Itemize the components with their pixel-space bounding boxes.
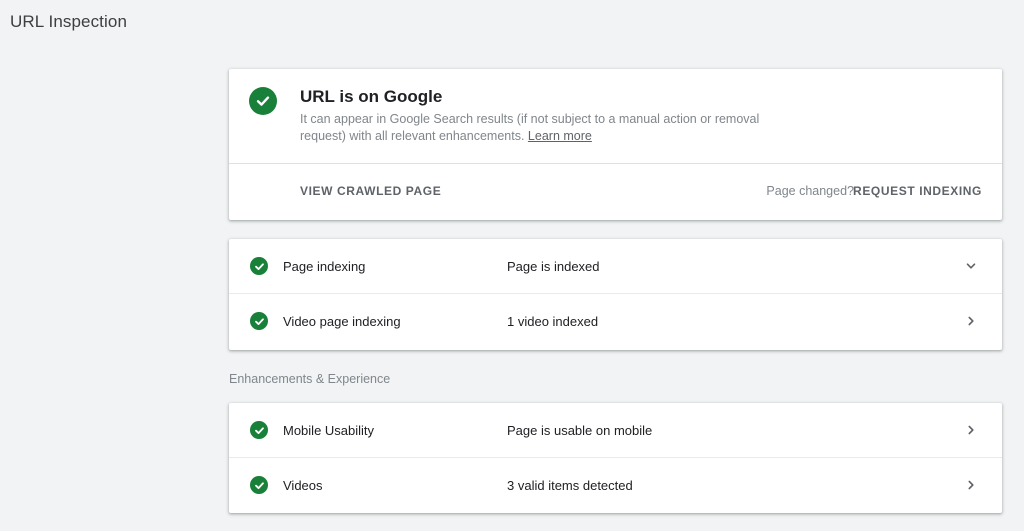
enhancements-card: Mobile Usability Page is usable on mobil… bbox=[229, 403, 1002, 513]
row-label: Videos bbox=[283, 478, 323, 493]
check-circle-icon bbox=[250, 257, 268, 275]
chevron-down-icon[interactable] bbox=[964, 259, 978, 273]
indexing-card: Page indexing Page is indexed Video page… bbox=[229, 239, 1002, 350]
videos-row[interactable]: Videos 3 valid items detected bbox=[229, 458, 1002, 513]
section-heading-enhancements: Enhancements & Experience bbox=[229, 372, 391, 386]
check-circle-icon bbox=[250, 312, 268, 330]
row-value: 3 valid items detected bbox=[507, 478, 633, 493]
check-circle-icon bbox=[249, 87, 277, 115]
url-status-card: URL is on Google It can appear in Google… bbox=[229, 69, 1002, 220]
status-title: URL is on Google bbox=[300, 87, 443, 106]
video-page-indexing-row[interactable]: Video page indexing 1 video indexed bbox=[229, 294, 1002, 349]
view-crawled-page-button[interactable]: VIEW CRAWLED PAGE bbox=[300, 164, 441, 219]
row-value: Page is indexed bbox=[507, 259, 600, 274]
row-label: Page indexing bbox=[283, 259, 366, 274]
status-description: It can appear in Google Search results (… bbox=[300, 111, 800, 145]
check-circle-icon bbox=[250, 421, 268, 439]
check-circle-icon bbox=[250, 476, 268, 494]
page-changed-label: Page changed? bbox=[766, 184, 854, 198]
page-title: URL Inspection bbox=[10, 12, 127, 31]
page-indexing-row[interactable]: Page indexing Page is indexed bbox=[229, 239, 1002, 294]
row-label: Video page indexing bbox=[283, 314, 401, 329]
request-indexing-button[interactable]: REQUEST INDEXING bbox=[853, 164, 982, 219]
chevron-right-icon[interactable] bbox=[964, 423, 978, 437]
learn-more-link[interactable]: Learn more bbox=[528, 129, 592, 143]
row-label: Mobile Usability bbox=[283, 423, 375, 438]
chevron-right-icon[interactable] bbox=[964, 314, 978, 328]
status-summary: URL is on Google It can appear in Google… bbox=[229, 69, 1002, 164]
mobile-usability-row[interactable]: Mobile Usability Page is usable on mobil… bbox=[229, 403, 1002, 458]
status-actions: VIEW CRAWLED PAGE Page changed? REQUEST … bbox=[229, 164, 1002, 219]
row-value: 1 video indexed bbox=[507, 314, 599, 329]
chevron-right-icon[interactable] bbox=[964, 478, 978, 492]
row-value: Page is usable on mobile bbox=[507, 423, 653, 438]
